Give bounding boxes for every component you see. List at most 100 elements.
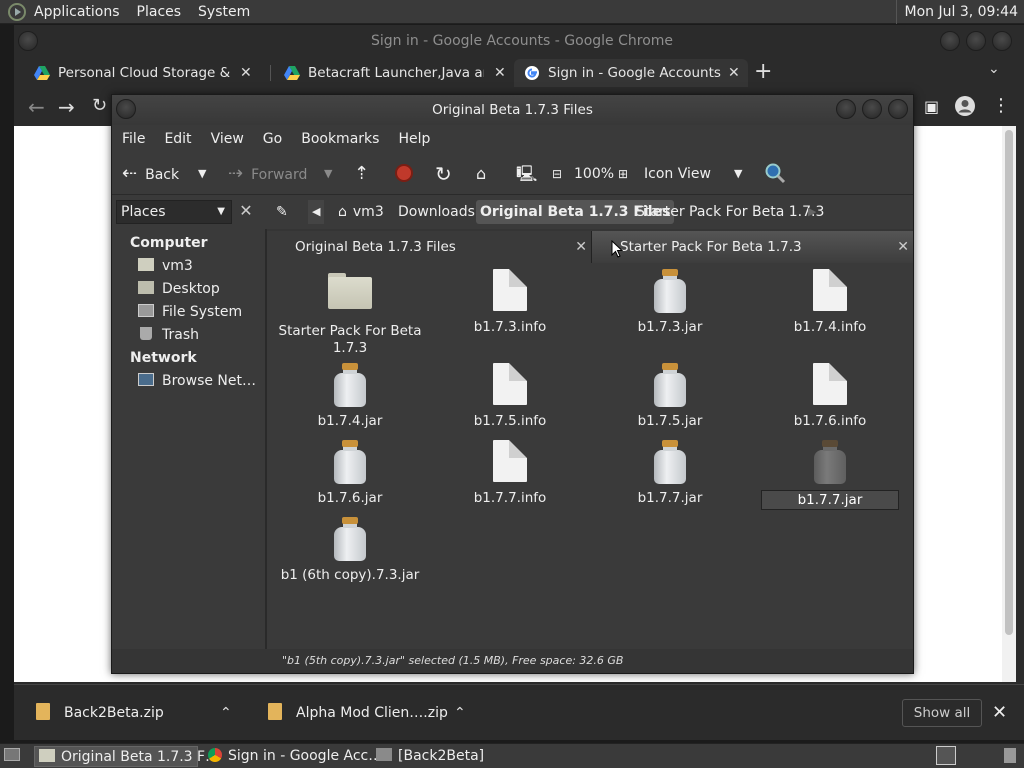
maximize-icon[interactable]	[862, 99, 882, 119]
chrome-tab-betacraft[interactable]: Betacraft Launcher,Java and w ✕	[274, 59, 510, 87]
workspace-switcher-icon[interactable]	[936, 746, 958, 767]
back-arrow-icon[interactable]: ←	[28, 95, 45, 119]
close-tab-icon[interactable]: ✕	[728, 59, 740, 87]
trash-applet-icon[interactable]	[1000, 746, 1022, 767]
sidebar-places-combo[interactable]: Places ▼	[116, 200, 232, 224]
minimize-icon[interactable]	[836, 99, 856, 119]
zoom-in-icon[interactable]: ⊞	[618, 153, 628, 195]
close-window-icon[interactable]	[888, 99, 908, 119]
file-item-folder[interactable]: Starter Pack For Beta 1.7.3	[275, 269, 425, 357]
reload-icon[interactable]: ↻	[92, 95, 107, 116]
zip-file-icon	[36, 703, 50, 720]
close-icon[interactable]: ✕	[992, 685, 1007, 741]
file-item[interactable]: b1.7.6.jar	[275, 440, 425, 507]
window-menu-icon[interactable]	[18, 31, 38, 51]
show-all-button[interactable]: Show all	[902, 699, 982, 727]
file-item[interactable]: b1.7.5.info	[435, 363, 585, 430]
sidebar-item-vm3[interactable]: vm3	[138, 258, 193, 274]
sidebar-item-trash[interactable]: Trash	[138, 327, 199, 343]
file-item[interactable]: b1.7.3.info	[435, 269, 585, 336]
zoom-out-icon[interactable]: ⊟	[552, 153, 562, 195]
stop-icon[interactable]	[395, 153, 413, 195]
places-menu[interactable]: Places	[137, 4, 182, 20]
menu-help[interactable]: Help	[398, 131, 430, 147]
chrome-scrollbar[interactable]	[1002, 126, 1016, 682]
close-tab-icon[interactable]: ✕	[575, 231, 587, 263]
fm-titlebar[interactable]: Original Beta 1.7.3 Files	[112, 95, 913, 125]
icon-view[interactable]: Starter Pack For Beta 1.7.3 b1.7.3.info …	[267, 263, 913, 649]
close-tab-icon[interactable]: ✕	[494, 59, 506, 87]
forward-history-dropdown-icon[interactable]: ▼	[324, 153, 332, 195]
sidebar-item-file-system[interactable]: File System	[138, 304, 242, 320]
rename-field[interactable]: b1.7.7.jar	[761, 490, 899, 510]
window-menu-icon[interactable]	[116, 99, 136, 119]
file-item-renaming[interactable]: b1.7.7.jar	[755, 440, 905, 510]
view-tab-starter-pack[interactable]: Starter Pack For Beta 1.7.3 ✕	[591, 231, 913, 263]
chrome-titlebar[interactable]: Sign in - Google Accounts - Google Chrom…	[14, 25, 1024, 57]
taskbar-item-chrome[interactable]: Sign in - Google Acc…	[204, 746, 382, 767]
back-button[interactable]: ⇠ Back	[122, 153, 179, 195]
file-item[interactable]: b1.7.3.jar	[595, 269, 745, 336]
chrome-tab-sign-in[interactable]: Sign in - Google Accounts ✕	[514, 59, 748, 87]
fm-view-tabs: Original Beta 1.7.3 Files ✕ Starter Pack…	[267, 231, 913, 263]
side-panel-icon[interactable]: ▣	[924, 97, 939, 116]
file-item[interactable]: b1.7.4.info	[755, 269, 905, 336]
kebab-menu-icon[interactable]: ⋮	[992, 95, 1010, 116]
menu-edit[interactable]: Edit	[164, 131, 191, 147]
minimize-icon[interactable]	[940, 31, 960, 51]
view-tab-original-beta[interactable]: Original Beta 1.7.3 Files ✕	[267, 231, 591, 263]
tab-search-chevron-icon[interactable]: ⌄	[988, 61, 1000, 77]
clock[interactable]: Mon Jul 3, 09:44	[895, 0, 1024, 24]
sidebar-item-desktop[interactable]: Desktop	[138, 281, 220, 297]
up-arrow-icon[interactable]: ⇡	[354, 153, 369, 195]
chevron-up-icon[interactable]: ⌃	[220, 685, 232, 741]
breadcrumb-downloads[interactable]: Downloads	[394, 200, 479, 224]
close-tab-icon[interactable]: ✕	[240, 59, 252, 87]
fm-toolbar: ⇠ Back ▼ ⇢ Forward ▼ ⇡ ↻ ⌂ 🖳 ⊟ 100% ⊞ Icon…	[112, 153, 913, 195]
download-item-back2beta[interactable]: Back2Beta.zip	[36, 685, 164, 741]
download-item-alpha-mod[interactable]: Alpha Mod Clien….zip	[268, 685, 448, 741]
home-folder-icon	[138, 258, 154, 271]
close-window-icon[interactable]	[992, 31, 1012, 51]
breadcrumb-starter-pack[interactable]: Starter Pack For Beta 1.7.3	[632, 200, 828, 224]
file-item[interactable]: b1.7.5.jar	[595, 363, 745, 430]
search-icon[interactable]	[764, 153, 786, 195]
menu-file[interactable]: File	[122, 131, 145, 147]
sidebar-item-browse-network[interactable]: Browse Net…	[138, 373, 256, 389]
profile-avatar-icon[interactable]	[954, 95, 976, 122]
show-desktop-icon[interactable]	[0, 746, 24, 767]
breadcrumb-left-arrow-icon[interactable]: ◀	[308, 200, 325, 224]
taskbar-item-back2beta[interactable]: [Back2Beta]	[372, 746, 532, 767]
back-history-dropdown-icon[interactable]: ▼	[198, 153, 206, 195]
forward-button[interactable]: ⇢ Forward	[228, 153, 307, 195]
edit-location-icon[interactable]: ✎	[272, 200, 292, 224]
chevron-up-icon[interactable]: ⌃	[454, 685, 466, 741]
reload-icon[interactable]: ↻	[435, 153, 452, 195]
file-item[interactable]: b1.7.6.info	[755, 363, 905, 430]
view-mode-dropdown-icon[interactable]: ▼	[734, 153, 742, 195]
home-folder-icon[interactable]: ⌂	[476, 153, 486, 195]
breadcrumb-vm3[interactable]: ⌂ vm3	[334, 200, 388, 224]
computer-icon[interactable]: 🖳	[516, 153, 537, 195]
breadcrumb-right-arrow-icon[interactable]: ▶	[804, 200, 820, 224]
close-tab-icon[interactable]: ✕	[897, 231, 909, 263]
file-item[interactable]: b1 (6th copy).7.3.jar	[275, 517, 425, 584]
menu-bookmarks[interactable]: Bookmarks	[301, 131, 379, 147]
chrome-tab-cloud-storage[interactable]: Personal Cloud Storage & File ✕	[24, 59, 264, 87]
new-tab-button[interactable]: +	[754, 59, 772, 85]
menu-go[interactable]: Go	[263, 131, 282, 147]
view-mode-select[interactable]: Icon View	[644, 153, 711, 195]
forward-arrow-icon[interactable]: →	[58, 95, 75, 119]
taskbar-item-file-manager[interactable]: Original Beta 1.7.3 F…	[34, 746, 219, 767]
scrollbar-thumb[interactable]	[1005, 130, 1013, 635]
applications-menu[interactable]: Applications	[34, 4, 120, 20]
system-menu[interactable]: System	[198, 4, 250, 20]
menu-view[interactable]: View	[211, 131, 244, 147]
file-item[interactable]: b1.7.7.info	[435, 440, 585, 507]
maximize-icon[interactable]	[966, 31, 986, 51]
distro-logo-icon[interactable]	[8, 2, 26, 21]
file-item[interactable]: b1.7.7.jar	[595, 440, 745, 507]
file-item[interactable]: b1.7.4.jar	[275, 363, 425, 430]
close-sidebar-icon[interactable]: ✕	[236, 200, 256, 224]
desktop-folder-icon	[138, 281, 154, 294]
